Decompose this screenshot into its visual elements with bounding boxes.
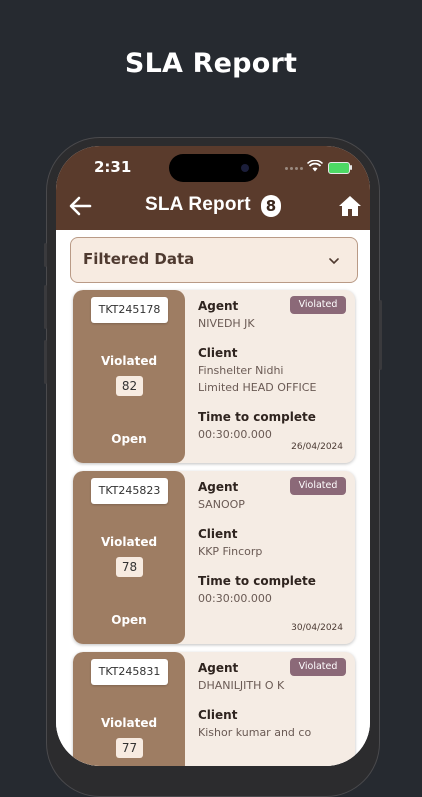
client-label: Client xyxy=(198,708,238,722)
ticket-summary-panel: TKT245178 Violated 82 Open xyxy=(73,290,185,463)
ticket-status: Violated xyxy=(100,716,158,730)
wifi-icon xyxy=(307,160,323,172)
ticket-score: 77 xyxy=(116,738,143,758)
ticket-score: 82 xyxy=(116,376,143,396)
client-value: Kishor kumar and co xyxy=(198,726,312,739)
agent-value: NIVEDH JK xyxy=(198,317,255,330)
signal-icon xyxy=(285,167,303,170)
client-label: Client xyxy=(198,346,238,360)
agent-label: Agent xyxy=(198,299,239,313)
filter-label: Filtered Data xyxy=(83,250,195,268)
ticket-id: TKT245178 xyxy=(91,297,168,323)
filtered-data-dropdown[interactable]: Filtered Data xyxy=(70,237,358,283)
violated-tag: Violated xyxy=(290,296,346,314)
agent-value: DHANILJITH O K xyxy=(198,679,285,692)
violated-tag: Violated xyxy=(290,658,346,676)
report-list: Filtered Data TKT245178 Violated 82 Open… xyxy=(56,230,370,766)
agent-value: SANOOP xyxy=(198,498,245,511)
volume-down-button xyxy=(44,340,47,384)
page-title: SLA Report xyxy=(145,194,251,215)
agent-label: Agent xyxy=(198,480,239,494)
ticket-summary-panel: TKT245823 Violated 78 Open xyxy=(73,471,185,644)
home-icon[interactable] xyxy=(338,194,362,218)
ticket-id: TKT245823 xyxy=(91,478,168,504)
ticket-card[interactable]: TKT245823 Violated 78 Open Violated Agen… xyxy=(73,471,355,644)
battery-icon xyxy=(328,162,350,174)
ticket-score: 78 xyxy=(116,557,143,577)
dynamic-island xyxy=(169,154,259,182)
ticket-date: 30/04/2024 xyxy=(291,623,343,633)
ticket-card[interactable]: TKT245831 Violated 77 Violated Agent DHA… xyxy=(73,652,355,766)
ticket-status: Violated xyxy=(100,535,158,549)
client-label: Client xyxy=(198,527,238,541)
power-button xyxy=(379,300,382,370)
time-to-complete-value: 00:30:00.000 xyxy=(198,592,272,605)
time-to-complete-label: Time to complete xyxy=(198,574,316,588)
back-arrow-icon[interactable] xyxy=(67,194,93,218)
mute-button xyxy=(44,243,47,267)
ticket-status: Violated xyxy=(100,354,158,368)
chevron-down-icon xyxy=(329,258,339,265)
ticket-summary-panel: TKT245831 Violated 77 xyxy=(73,652,185,766)
status-time: 2:31 xyxy=(94,158,132,176)
ticket-card[interactable]: TKT245178 Violated 82 Open Violated Agen… xyxy=(73,290,355,463)
ticket-state: Open xyxy=(111,613,147,627)
battery-tip xyxy=(350,165,352,170)
promo-title: SLA Report xyxy=(124,48,298,79)
agent-label: Agent xyxy=(198,661,239,675)
violated-tag: Violated xyxy=(290,477,346,495)
time-to-complete-value: 00:30:00.000 xyxy=(198,428,272,441)
client-value: KKP Fincorp xyxy=(198,545,263,558)
client-value-line2: Limited HEAD OFFICE xyxy=(198,381,317,394)
ticket-id: TKT245831 xyxy=(91,659,168,685)
client-value: Finshelter Nidhi xyxy=(198,364,284,377)
time-to-complete-label: Time to complete xyxy=(198,410,316,424)
volume-up-button xyxy=(44,285,47,329)
count-badge: 8 xyxy=(261,195,281,217)
camera-dot xyxy=(241,164,249,172)
ticket-state: Open xyxy=(111,432,147,446)
ticket-date: 26/04/2024 xyxy=(291,442,343,452)
app-screen: 2:31 SLA Report 8 Filtered Data TKT24517… xyxy=(56,146,370,766)
app-header: 2:31 SLA Report 8 xyxy=(56,146,370,230)
